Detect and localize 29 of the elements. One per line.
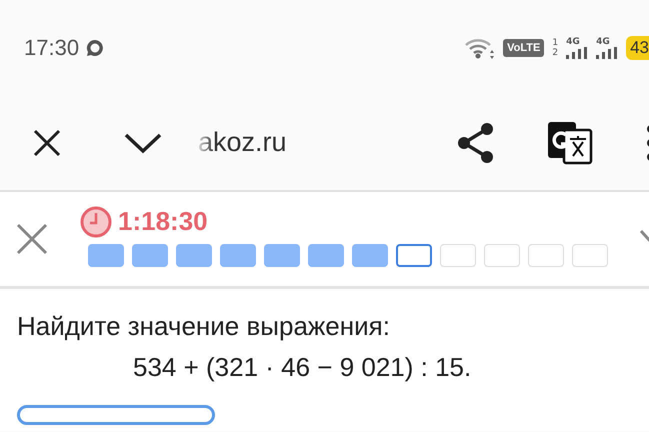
clock-icon <box>80 206 112 238</box>
question-tab[interactable] <box>264 244 300 266</box>
network-label: 4G <box>566 36 580 46</box>
signal-icon <box>596 46 618 58</box>
question-tab[interactable] <box>308 244 344 266</box>
battery-level: 43 <box>626 36 649 60</box>
question-tab[interactable] <box>220 244 256 266</box>
translate-icon[interactable] <box>547 120 593 164</box>
wifi-icon <box>465 36 496 58</box>
math-expression: 534 + (321 · 46 − 9 021) : 15. <box>133 352 472 383</box>
sim-label: 1 <box>552 38 558 48</box>
question-tab[interactable] <box>396 244 432 266</box>
share-icon[interactable] <box>457 122 495 164</box>
answer-field[interactable] <box>17 405 215 425</box>
signal-icon <box>566 46 588 58</box>
question-tab[interactable] <box>88 244 124 266</box>
question-text: Найдите значение выражения: <box>17 311 391 342</box>
chevron-down-icon[interactable] <box>124 132 162 154</box>
question-tab[interactable] <box>132 244 168 266</box>
network-label: 4G <box>596 36 610 46</box>
question-tab[interactable] <box>176 244 212 266</box>
volte-badge: VoLTE <box>503 38 544 56</box>
chat-bubble-icon <box>85 38 106 58</box>
question-tab[interactable] <box>352 244 388 266</box>
timer-text: 1:18:30 <box>118 206 208 237</box>
page-url[interactable]: akoz.ru <box>198 127 287 158</box>
clock-time: 17:30 <box>24 34 80 60</box>
close-icon[interactable] <box>32 128 62 158</box>
sim-label: 2 <box>552 48 558 58</box>
